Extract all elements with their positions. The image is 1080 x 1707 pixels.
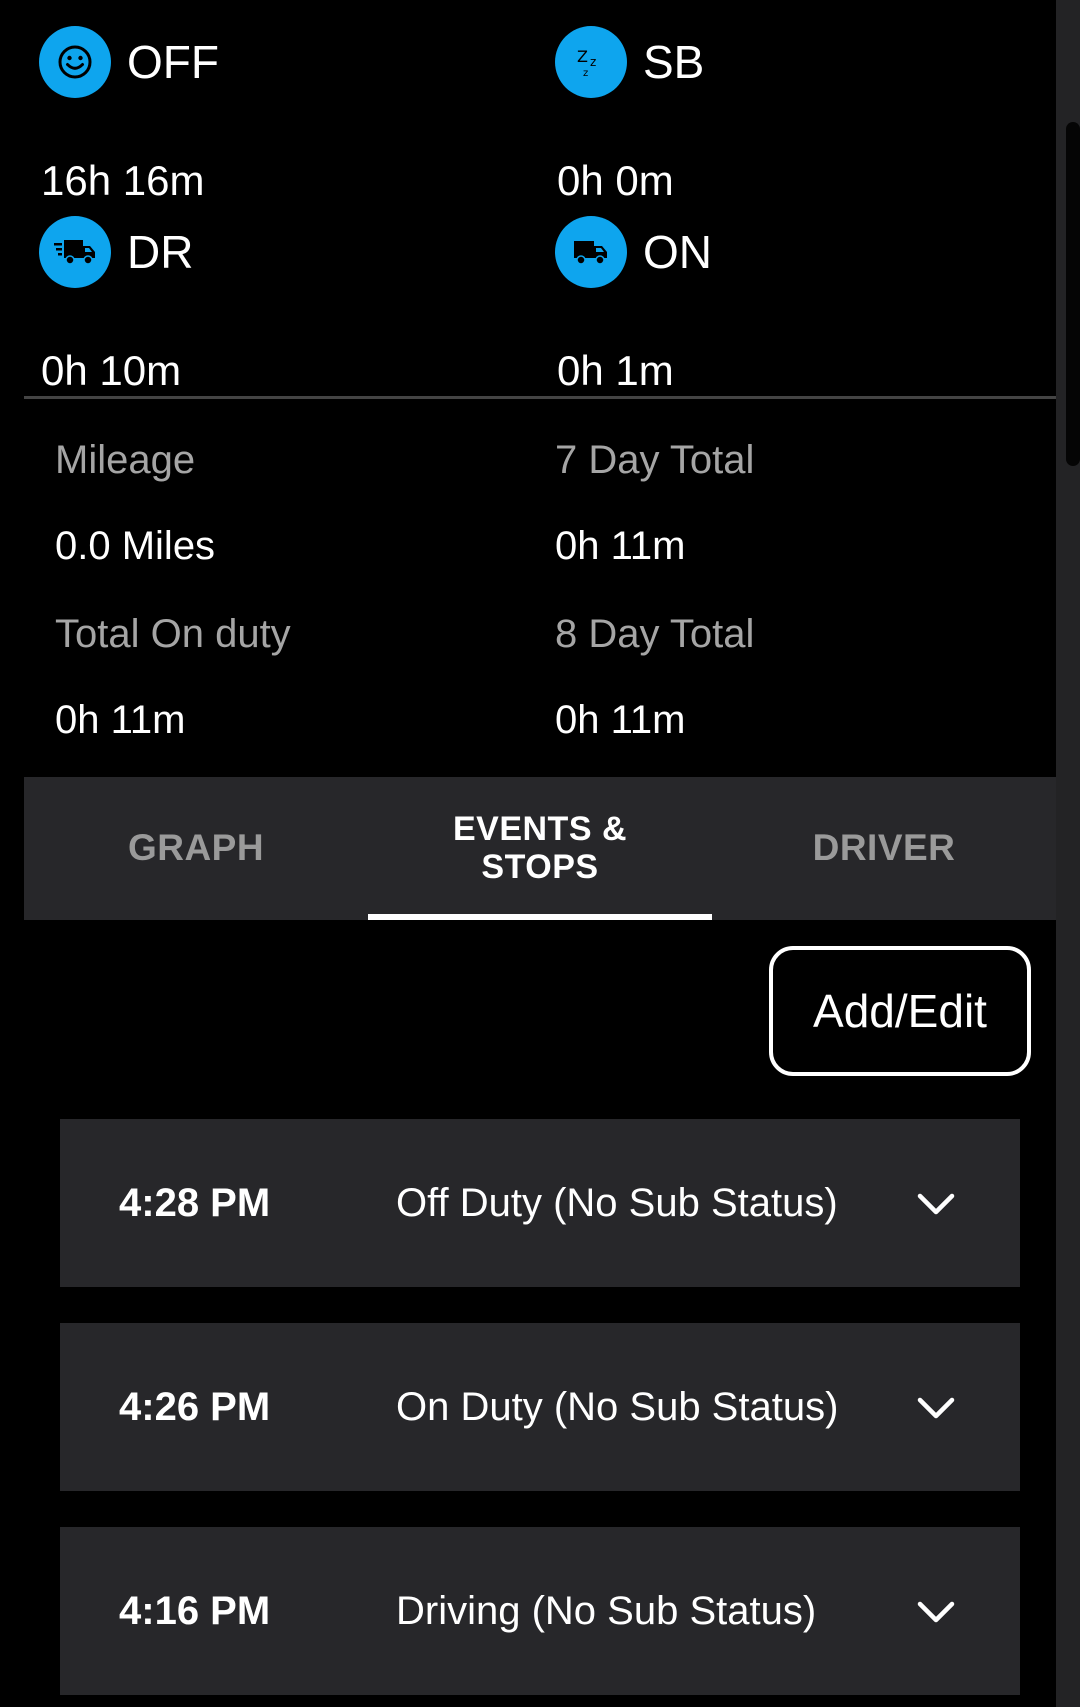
mileage-value: 0.0 Miles: [55, 524, 216, 568]
status-code: DR: [127, 226, 194, 278]
seven-day-total-label: 7 Day Total: [555, 438, 755, 482]
chevron-down-icon[interactable]: [916, 1593, 956, 1629]
event-status: On Duty (No Sub Status): [396, 1384, 839, 1429]
svg-text:z: z: [583, 68, 588, 79]
status-duration: 0h 1m: [557, 347, 674, 394]
smiley-icon: [39, 26, 111, 98]
moving-truck-icon: [39, 216, 111, 288]
tab-events-stops-label: EVENTS & STOPS: [440, 810, 640, 886]
event-row[interactable]: 4:26 PM On Duty (No Sub Status): [60, 1323, 1020, 1491]
svg-text:Z: Z: [577, 47, 588, 66]
event-row[interactable]: 4:28 PM Off Duty (No Sub Status): [60, 1119, 1020, 1287]
status-duration: 0h 0m: [557, 157, 674, 204]
status-code: OFF: [127, 36, 219, 88]
seven-day-total-value: 0h 11m: [555, 524, 686, 568]
tab-bar: GRAPH EVENTS & STOPS DRIVER: [24, 777, 1056, 920]
active-tab-indicator: [368, 914, 712, 920]
section-divider: [24, 396, 1056, 399]
event-time: 4:28 PM: [119, 1180, 271, 1225]
tab-driver[interactable]: DRIVER: [712, 777, 1056, 920]
svg-text:z: z: [590, 55, 596, 69]
event-row[interactable]: 4:16 PM Driving (No Sub Status): [60, 1527, 1020, 1695]
total-on-duty-label: Total On duty: [55, 612, 291, 656]
sleep-zzz-icon: Z z z: [555, 26, 627, 98]
tab-events-line1: EVENTS &: [452, 810, 628, 849]
tab-events-stops[interactable]: EVENTS & STOPS: [368, 777, 712, 920]
chevron-down-icon[interactable]: [916, 1389, 956, 1425]
status-duration: 0h 10m: [41, 347, 182, 394]
status-off-header: OFF: [39, 26, 219, 98]
tab-graph-label: GRAPH: [127, 827, 265, 869]
tab-graph[interactable]: GRAPH: [24, 777, 368, 920]
status-sb-header: Z z z SB: [555, 26, 704, 98]
tab-driver-label: DRIVER: [812, 827, 956, 869]
truck-icon: [555, 216, 627, 288]
scrollbar-thumb[interactable]: [1066, 122, 1080, 466]
status-code: ON: [643, 226, 712, 278]
status-code: SB: [643, 36, 705, 88]
status-on-header: ON: [555, 216, 712, 288]
event-status: Off Duty (No Sub Status): [396, 1180, 838, 1225]
status-duration: 16h 16m: [41, 157, 205, 204]
chevron-down-icon[interactable]: [916, 1185, 956, 1221]
event-time: 4:16 PM: [119, 1588, 271, 1633]
tab-events-line2: STOPS: [481, 847, 599, 886]
eight-day-total-label: 8 Day Total: [555, 612, 755, 656]
event-time: 4:26 PM: [119, 1384, 271, 1429]
add-edit-button[interactable]: Add/Edit: [769, 946, 1031, 1076]
total-on-duty-value: 0h 11m: [55, 698, 186, 742]
status-dr-header: DR: [39, 216, 193, 288]
mileage-label: Mileage: [55, 438, 196, 482]
eight-day-total-value: 0h 11m: [555, 698, 686, 742]
event-status: Driving (No Sub Status): [396, 1588, 817, 1633]
